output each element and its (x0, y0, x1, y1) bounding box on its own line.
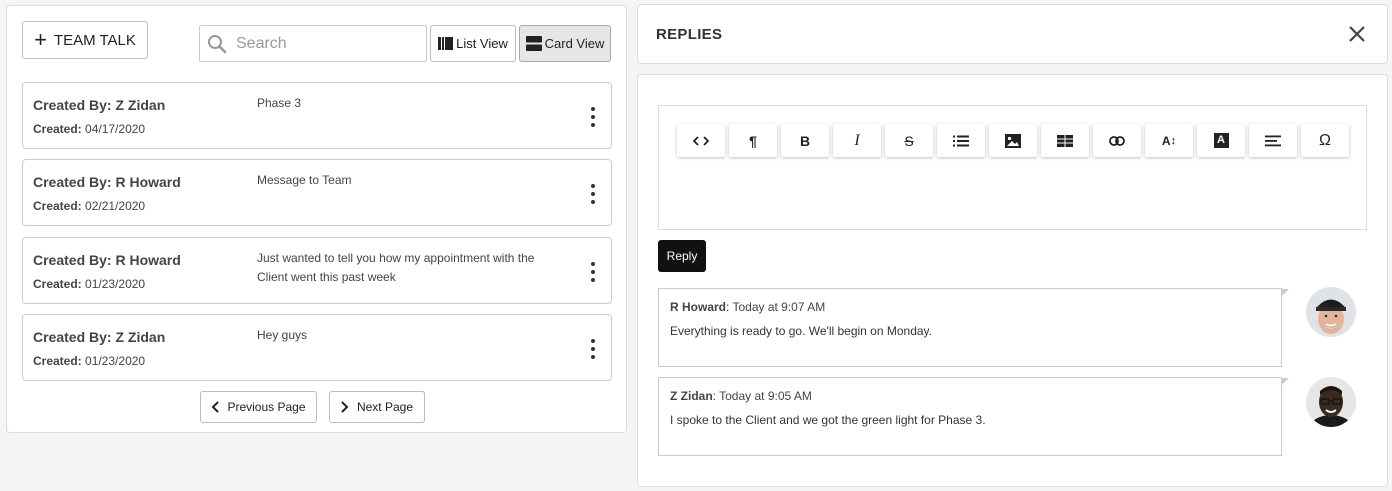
comment-meta: Z Zidan: Today at 9:05 AM (670, 389, 812, 403)
team-talk-card[interactable]: Created By: Z Zidan Created: 01/23/2020 … (22, 314, 612, 381)
card-created-by: Created By: R Howard (33, 174, 181, 190)
more-options-icon[interactable] (589, 184, 597, 204)
search-box[interactable] (199, 25, 427, 62)
link-icon[interactable] (1093, 124, 1141, 157)
more-options-icon[interactable] (589, 262, 597, 282)
card-created-by: Created By: Z Zidan (33, 97, 166, 113)
code-view-icon[interactable] (677, 124, 725, 157)
chevron-left-icon (212, 401, 220, 413)
more-options-icon[interactable] (589, 339, 597, 359)
comment-meta: R Howard: Today at 9:07 AM (670, 300, 825, 314)
card-created-by: Created By: R Howard (33, 252, 181, 268)
card-view-button[interactable]: Card View (519, 25, 611, 62)
paragraph-icon[interactable]: ¶ (729, 124, 777, 157)
team-talk-button[interactable]: + TEAM TALK (22, 21, 148, 59)
team-talk-label: TEAM TALK (53, 31, 136, 49)
card-created-date: Created: 01/23/2020 (33, 277, 146, 291)
replies-body: ¶ B I S A ↕ A Ω Reply R Howard: Today at… (637, 74, 1388, 487)
plus-icon: + (34, 27, 47, 52)
bullet-list-icon[interactable] (937, 124, 985, 157)
previous-page-button[interactable]: Previous Page (200, 391, 317, 423)
comment-text: Everything is ready to go. We'll begin o… (670, 324, 932, 338)
replies-title: REPLIES (656, 26, 723, 43)
card-view-icon (525, 36, 542, 51)
bold-icon[interactable]: B (781, 124, 829, 157)
avatar (1306, 377, 1356, 427)
reply-comment: Z Zidan: Today at 9:05 AM I spoke to the… (658, 377, 1289, 456)
card-message: Phase 3 (257, 96, 302, 110)
image-icon[interactable] (989, 124, 1037, 157)
comment-text: I spoke to the Client and we got the gre… (670, 413, 986, 427)
card-created-date: Created: 01/23/2020 (33, 354, 146, 368)
editor-toolbar: ¶ B I S A ↕ A Ω (677, 124, 1349, 157)
replies-header: REPLIES (637, 4, 1388, 64)
team-talk-card[interactable]: Created By: R Howard Created: 01/23/2020… (22, 237, 612, 304)
comment-author: Z Zidan (670, 389, 713, 403)
font-size-icon[interactable]: A ↕ (1145, 124, 1193, 157)
card-message: Hey guys (257, 328, 308, 342)
next-page-label: Next Page (356, 400, 414, 414)
card-created-date: Created: 02/21/2020 (33, 199, 146, 213)
card-view-label: Card View (544, 36, 605, 51)
previous-page-label: Previous Page (227, 400, 306, 414)
comment-author: R Howard (670, 300, 727, 314)
search-icon (208, 34, 227, 53)
italic-icon[interactable]: I (833, 124, 881, 157)
card-created-by: Created By: Z Zidan (33, 329, 166, 345)
list-view-icon (438, 37, 454, 50)
more-options-icon[interactable] (589, 107, 597, 127)
team-talk-card[interactable]: Created By: R Howard Created: 02/21/2020… (22, 159, 612, 226)
special-char-icon[interactable]: Ω (1301, 124, 1349, 157)
table-icon[interactable] (1041, 124, 1089, 157)
comment-time: : Today at 9:05 AM (712, 389, 812, 403)
next-page-button[interactable]: Next Page (329, 391, 425, 423)
card-message: Message to Team (257, 173, 352, 187)
card-message: Just wanted to tell you how my appointme… (257, 251, 535, 284)
team-talk-panel: + TEAM TALK List View Card View Created … (6, 5, 627, 433)
avatar (1306, 287, 1356, 337)
list-view-button[interactable]: List View (430, 25, 516, 62)
card-created-date: Created: 04/17/2020 (33, 122, 146, 136)
search-input[interactable] (236, 34, 416, 53)
reply-button[interactable]: Reply (658, 240, 706, 272)
list-view-label: List View (456, 36, 508, 51)
close-icon[interactable] (1347, 24, 1367, 44)
align-icon[interactable] (1249, 124, 1297, 157)
reply-comment: R Howard: Today at 9:07 AM Everything is… (658, 288, 1289, 367)
chevron-right-icon (341, 401, 349, 413)
rich-text-editor[interactable]: ¶ B I S A ↕ A Ω (658, 105, 1367, 230)
strikethrough-icon[interactable]: S (885, 124, 933, 157)
font-color-icon[interactable]: A (1197, 124, 1245, 157)
team-talk-card[interactable]: Created By: Z Zidan Created: 04/17/2020 … (22, 82, 612, 149)
comment-time: : Today at 9:07 AM (726, 300, 826, 314)
